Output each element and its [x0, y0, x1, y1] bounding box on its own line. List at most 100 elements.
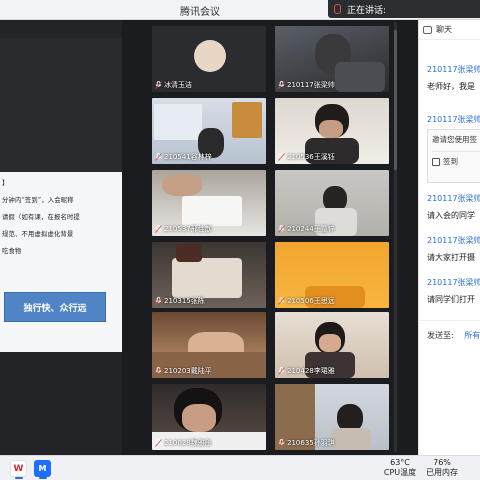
video-grid-scrollbar[interactable] [394, 22, 397, 452]
participant-name-label: 210315张陈 [155, 296, 205, 306]
shared-screen-area: 】 分钟内“签到”，入会昵称 请假（如有课，在报名时提 规范、不用虚拟虚化背景 … [0, 20, 122, 460]
chat-sender: 210117张梁帅 [427, 278, 480, 287]
active-app-indicator [15, 477, 23, 479]
sign-in-card[interactable]: 邀请您使用签 签到 [427, 129, 480, 183]
participant-name-label: 210244王童锌 [278, 224, 335, 234]
slide-motto-banner: 独行快、众行远 [4, 292, 106, 322]
active-app-indicator [39, 477, 47, 479]
microphone-muted-icon [155, 153, 162, 161]
send-to-selector[interactable]: 发送至: 所有 [427, 330, 480, 341]
participant-name-label: 210628魏雅彤 [155, 438, 212, 448]
microphone-muted-icon [278, 81, 285, 89]
slide-line: 】 [2, 180, 9, 187]
video-scene-shape [172, 258, 242, 298]
memory-label: 已用内存 [426, 468, 458, 477]
chat-sender: 210117张梁帅 [427, 115, 480, 124]
participant-video-tile[interactable]: 210537邢佳歆 [152, 170, 266, 236]
participant-name-label: 210537邢佳歆 [155, 224, 212, 234]
microphone-icon [334, 4, 341, 14]
slide-line: 吃食物 [2, 248, 22, 255]
microphone-muted-icon [155, 297, 162, 305]
speaking-indicator: 正在讲话: [328, 0, 480, 18]
cpu-temp-label: CPU温度 [383, 468, 417, 477]
video-scene-shape [162, 174, 202, 196]
video-scene-shape [335, 62, 385, 92]
chat-sender: 210117张梁帅 [427, 194, 480, 203]
participant-video-tile[interactable]: 210541谷林梓 [152, 98, 266, 164]
participant-video-tile[interactable]: 210536王溪钰 [275, 98, 389, 164]
participant-video-tile[interactable]: 210117张梁帅 [275, 26, 389, 92]
microphone-muted-icon [155, 225, 162, 233]
sign-in-label: 签到 [443, 157, 458, 166]
participant-video-tile[interactable]: 210628魏雅彤 [152, 384, 266, 450]
participant-name-label: 210428李珺雅 [278, 366, 335, 376]
participant-video-tile[interactable]: 210506王思远 [275, 242, 389, 308]
chat-message: 请入会的同学 [427, 211, 475, 220]
chat-sender: 210117张梁帅 [427, 65, 480, 74]
speaking-label: 正在讲话: [347, 5, 387, 16]
slide-line: 分钟内“签到”，入会昵称 [2, 197, 74, 204]
chat-sender: 210117张梁帅 [427, 236, 480, 245]
video-scene-shape [319, 120, 343, 138]
send-to-label: 发送至: [427, 331, 454, 340]
participant-name-label: 210203戴陆平 [155, 366, 212, 376]
participant-name: 210428李珺雅 [287, 367, 335, 375]
video-scene-shape [154, 104, 202, 140]
video-grid: 冰清玉洁 210117张梁帅 210541谷林梓 210536王溪钰 210537邢佳歆… [122, 20, 396, 455]
tencent-meeting-app-icon[interactable]: M [34, 460, 51, 477]
slide-lower-region [0, 352, 122, 460]
chat-input-divider [419, 320, 480, 321]
participant-video-tile[interactable]: 210635孙羽琪 [275, 384, 389, 450]
chat-header-label: 聊天 [436, 25, 452, 34]
chat-header: 聊天 [419, 20, 480, 40]
participant-name: 210506王思远 [287, 297, 335, 305]
participant-video-tile[interactable]: 210244王童锌 [275, 170, 389, 236]
cpu-temperature-widget[interactable]: 63°C CPU温度 [380, 458, 420, 478]
sign-in-action[interactable]: 签到 [432, 156, 480, 167]
microphone-muted-icon [278, 153, 285, 161]
participant-name: 210541谷林梓 [164, 153, 212, 161]
participant-video-tile[interactable]: 210315张陈 [152, 242, 266, 308]
participant-name-label: 210506王思远 [278, 296, 335, 306]
slide-dark-region [0, 38, 122, 172]
memory-usage-widget[interactable]: 76% 已用内存 [422, 458, 462, 478]
participant-video-tile[interactable]: 210428李珺雅 [275, 312, 389, 378]
memory-value: 76% [433, 458, 451, 467]
participant-name: 210117张梁帅 [287, 81, 335, 89]
participant-name-label: 冰清玉洁 [155, 80, 192, 90]
microphone-muted-icon [278, 439, 285, 447]
chat-message: 请同学们打开 [427, 295, 475, 304]
video-scene-shape [331, 428, 371, 450]
chat-message: 老师好，我是 [427, 82, 475, 91]
microphone-muted-icon [278, 225, 285, 233]
taskbar: W M 63°C CPU温度 76% 已用内存 [0, 455, 480, 480]
participant-name: 210628魏雅彤 [164, 439, 212, 447]
participant-name: 210537邢佳歆 [164, 225, 212, 233]
microphone-muted-icon [155, 439, 162, 447]
chat-message: 请大家打开摄 [427, 253, 475, 262]
slide-line: 规范、不用虚拟虚化背景 [2, 231, 74, 238]
participant-name: 210315张陈 [164, 297, 205, 305]
participant-name: 210536王溪钰 [287, 153, 335, 161]
microphone-muted-icon [155, 367, 162, 375]
participant-name: 210244王童锌 [287, 225, 335, 233]
scrollbar-thumb[interactable] [394, 30, 397, 170]
participant-video-tile[interactable]: 冰清玉洁 [152, 26, 266, 92]
send-to-value[interactable]: 所有 [464, 331, 480, 340]
participant-name: 210203戴陆平 [164, 367, 212, 375]
participant-name-label: 210536王溪钰 [278, 152, 335, 162]
video-scene-shape [319, 334, 341, 352]
microphone-muted-icon [278, 367, 285, 375]
wps-app-icon[interactable]: W [10, 460, 27, 477]
microphone-muted-icon [155, 81, 162, 89]
checkin-icon [432, 157, 440, 166]
chat-bubble-icon [423, 25, 432, 34]
window-title-bar: 腾讯会议 正在讲话: [0, 0, 480, 20]
participant-name: 冰清玉洁 [164, 81, 192, 89]
microphone-muted-icon [278, 297, 285, 305]
video-scene-shape [232, 102, 262, 138]
video-scene-shape [176, 244, 202, 262]
participant-video-tile[interactable]: 210203戴陆平 [152, 312, 266, 378]
video-scene-shape [182, 404, 216, 432]
cpu-temp-value: 63°C [390, 458, 410, 467]
